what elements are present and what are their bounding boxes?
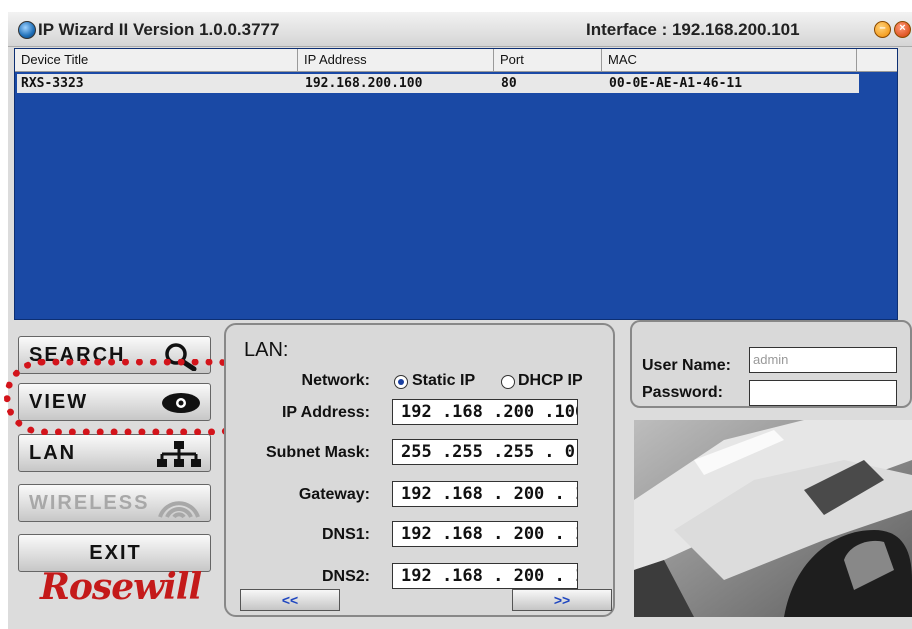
gateway-label: Gateway: bbox=[298, 486, 370, 503]
mac-cell: 00-0E-AE-A1-46-11 bbox=[609, 76, 743, 91]
device-row[interactable]: RXS-3323 192.168.200.100 80 00-0E-AE-A1-… bbox=[17, 74, 859, 93]
exit-button-label: EXIT bbox=[89, 542, 142, 564]
password-label: Password: bbox=[642, 384, 723, 401]
device-list-header: Device Title IP Address Port MAC bbox=[15, 49, 897, 72]
network-label: Network: bbox=[301, 372, 370, 389]
subnet-mask-field[interactable]: 255 .255 .255 . 0 bbox=[392, 439, 578, 465]
dhcp-ip-radio[interactable] bbox=[501, 375, 515, 389]
ip-address-field[interactable]: 192 .168 .200 .100 bbox=[392, 399, 578, 425]
globe-icon bbox=[18, 21, 36, 39]
camera-preview bbox=[634, 420, 912, 617]
lan-button[interactable]: LAN bbox=[18, 434, 211, 472]
window-title: IP Wizard II Version 1.0.0.3777 bbox=[38, 20, 280, 39]
lan-panel-title: LAN: bbox=[244, 339, 289, 361]
interface-label: Interface : 192.168.200.101 bbox=[586, 20, 800, 39]
wireless-button[interactable]: WIRELESS bbox=[18, 484, 211, 522]
static-ip-label: Static IP bbox=[412, 372, 476, 389]
column-ip-address[interactable]: IP Address bbox=[298, 49, 494, 71]
device-title-cell: RXS-3323 bbox=[21, 76, 84, 91]
previous-button[interactable]: << bbox=[240, 589, 340, 611]
next-button[interactable]: >> bbox=[512, 589, 612, 611]
dns2-label: DNS2: bbox=[321, 568, 370, 585]
static-ip-radio[interactable] bbox=[394, 375, 408, 389]
login-panel: User Name: admin Password: bbox=[630, 320, 912, 408]
column-mac[interactable]: MAC bbox=[602, 49, 857, 71]
ip-address-cell: 192.168.200.100 bbox=[305, 76, 423, 91]
username-label: User Name: bbox=[642, 357, 731, 374]
camera-image bbox=[634, 420, 912, 617]
dns2-field[interactable]: 192 .168 . 200 . 1 bbox=[392, 563, 578, 589]
close-button[interactable]: × bbox=[894, 21, 911, 38]
subnet-mask-label: Subnet Mask: bbox=[265, 444, 370, 461]
title-bar: IP Wizard II Version 1.0.0.3777 Interfac… bbox=[8, 12, 912, 47]
wifi-icon bbox=[158, 501, 200, 519]
port-cell: 80 bbox=[501, 76, 517, 91]
device-list[interactable]: Device Title IP Address Port MAC RXS-332… bbox=[14, 48, 898, 320]
column-port[interactable]: Port bbox=[494, 49, 602, 71]
dhcp-ip-label: DHCP IP bbox=[518, 372, 583, 389]
dns1-field[interactable]: 192 .168 . 200 . 1 bbox=[392, 521, 578, 547]
minimize-button[interactable]: – bbox=[874, 21, 891, 38]
gateway-field[interactable]: 192 .168 . 200 . 1 bbox=[392, 481, 578, 507]
view-highlight-outline bbox=[4, 359, 256, 435]
dns1-label: DNS1: bbox=[321, 526, 370, 543]
lan-button-label: LAN bbox=[29, 442, 77, 464]
ip-address-label: IP Address: bbox=[281, 404, 370, 421]
network-icon bbox=[157, 441, 201, 467]
lan-settings-panel: LAN: Network: Static IP DHCP IP IP Addre… bbox=[224, 323, 615, 617]
rosewill-logo: Rosewill bbox=[40, 566, 202, 608]
wireless-button-label: WIRELESS bbox=[29, 492, 150, 514]
password-field[interactable] bbox=[749, 380, 897, 406]
username-field[interactable]: admin bbox=[749, 347, 897, 373]
column-device-title[interactable]: Device Title bbox=[15, 49, 298, 71]
